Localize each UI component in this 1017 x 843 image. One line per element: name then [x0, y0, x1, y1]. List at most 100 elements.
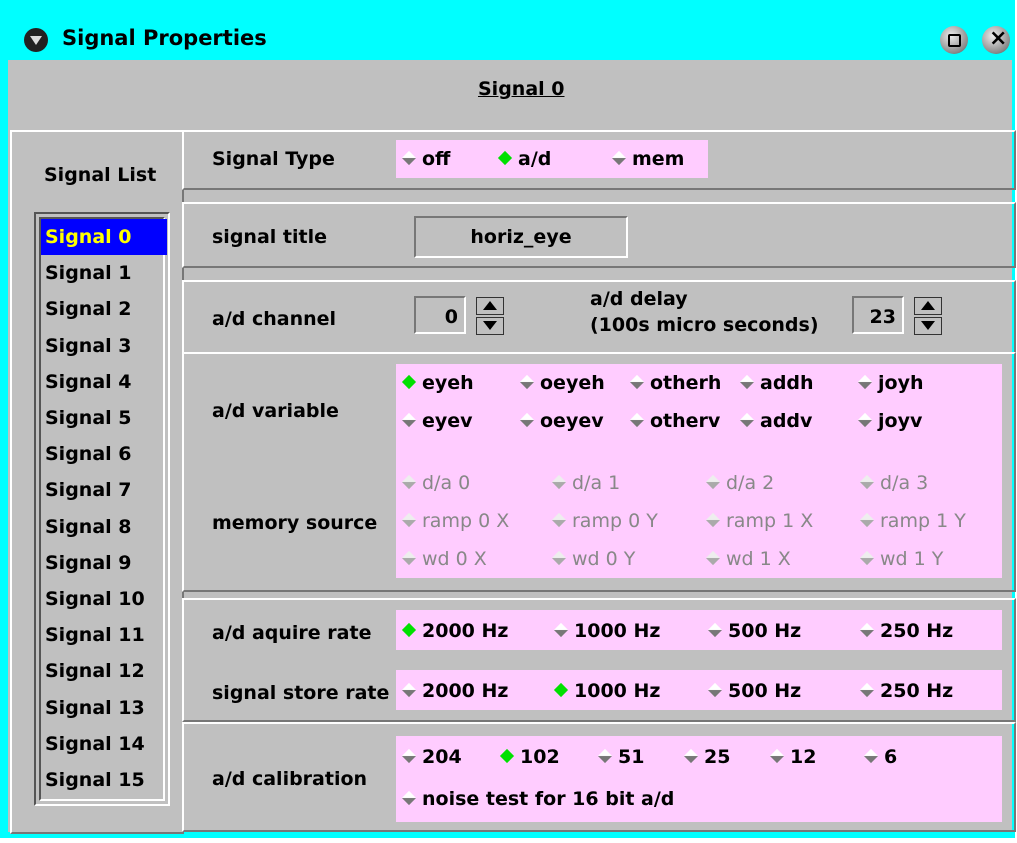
signal-list-item[interactable]: Signal 3: [41, 328, 167, 364]
calibration-option[interactable]: 12: [768, 746, 816, 768]
option-label: wd 0 Y: [572, 548, 636, 570]
store-rate-option[interactable]: 1000 Hz: [552, 680, 660, 702]
calibration-option[interactable]: 25: [682, 746, 730, 768]
aquire-rate-option[interactable]: 2000 Hz: [400, 620, 508, 642]
radio-icon: [859, 474, 875, 489]
ad-delay-field[interactable]: 23: [852, 296, 904, 334]
option-label: otherh: [650, 372, 722, 394]
signal-list-items: Signal 0 Signal 1 Signal 2 Signal 3 Signal 4…: [39, 217, 167, 801]
signal-list-item[interactable]: Signal 8: [41, 509, 167, 545]
calibration-option[interactable]: 204: [400, 746, 462, 768]
option-label: ramp 0 Y: [572, 510, 658, 532]
option-label: wd 1 Y: [880, 548, 944, 570]
store-rate-option[interactable]: 250 Hz: [858, 680, 953, 702]
radio-icon: [401, 474, 417, 489]
ad-variable-option[interactable]: oeyeh: [518, 372, 605, 394]
signal-type-option-ad[interactable]: a/d: [496, 148, 551, 170]
signal-list-item[interactable]: Signal 5: [41, 400, 167, 436]
aquire-rate-option[interactable]: 1000 Hz: [552, 620, 660, 642]
aquire-rate-option[interactable]: 250 Hz: [858, 620, 953, 642]
signal-type-section: Signal Type off a/d mem: [182, 130, 1016, 190]
close-button[interactable]: [982, 26, 1010, 54]
ad-variable-option[interactable]: joyh: [856, 372, 923, 394]
store-rate-option[interactable]: 2000 Hz: [400, 680, 508, 702]
radio-icon: [683, 748, 699, 763]
signal-list-item[interactable]: Signal 15: [41, 762, 167, 798]
option-label: ramp 1 Y: [880, 510, 966, 532]
signal-list-item[interactable]: Signal 14: [41, 726, 167, 762]
radio-icon: [859, 622, 875, 637]
window-menu-icon[interactable]: [24, 28, 48, 52]
client-area: Signal 0 Signal List Signal 0 Signal 1 Sig…: [8, 60, 1016, 834]
ad-delay-down-icon[interactable]: [914, 317, 942, 335]
option-label: 250 Hz: [880, 680, 954, 702]
option-label: eyev: [422, 410, 473, 432]
ad-variable-option[interactable]: addv: [738, 410, 812, 432]
ad-delay-stepper[interactable]: [914, 297, 942, 337]
signal-list-item[interactable]: Signal 11: [41, 617, 167, 653]
store-rate-label: signal store rate: [212, 682, 390, 704]
signal-list-item[interactable]: Signal 4: [41, 364, 167, 400]
ad-variable-option[interactable]: otherv: [628, 410, 720, 432]
signal-type-option-mem[interactable]: mem: [610, 148, 684, 170]
calibration-option[interactable]: 102: [498, 746, 560, 768]
memory-source-option: wd 1 X: [704, 548, 791, 570]
aquire-rate-option[interactable]: 500 Hz: [706, 620, 801, 642]
signal-list-item[interactable]: Signal 2: [41, 291, 167, 327]
radio-icon: [857, 374, 873, 389]
option-label: 102: [520, 746, 560, 768]
option-label: oeyeh: [540, 372, 605, 394]
signal-title-section: signal title horiz_eye: [182, 202, 1016, 268]
option-label: 204: [422, 746, 462, 768]
memory-source-option: ramp 0 Y: [550, 510, 658, 532]
option-label: ramp 0 X: [422, 510, 510, 532]
ad-channel-label: a/d channel: [212, 308, 337, 330]
radio-icon: [401, 412, 417, 427]
option-label: mem: [632, 148, 685, 170]
ad-variable-option[interactable]: otherh: [628, 372, 721, 394]
option-label: eyeh: [422, 372, 474, 394]
radio-icon: [519, 412, 535, 427]
ad-variable-option[interactable]: joyv: [856, 410, 922, 432]
signal-type-option-off[interactable]: off: [400, 148, 450, 170]
radio-icon: [551, 512, 567, 527]
store-rate-option[interactable]: 500 Hz: [706, 680, 801, 702]
variable-section: a/d variable memory source eyeh oeyeh othe…: [182, 352, 1016, 592]
signal-list-item[interactable]: Signal 13: [41, 690, 167, 726]
radio-icon: [551, 474, 567, 489]
ad-delay-label-2: (100s micro seconds): [590, 314, 819, 336]
radio-icon: [401, 550, 417, 565]
ad-variable-option[interactable]: oeyev: [518, 410, 604, 432]
signal-type-options: off a/d mem: [396, 140, 708, 178]
signal-title-field[interactable]: horiz_eye: [414, 216, 628, 258]
signal-list-item[interactable]: Signal 12: [41, 653, 167, 689]
signal-list-item[interactable]: Signal 6: [41, 436, 167, 472]
option-label: otherv: [650, 410, 721, 432]
noise-test-option[interactable]: noise test for 16 bit a/d: [400, 788, 674, 810]
maximize-button[interactable]: [940, 26, 968, 54]
ad-variable-label: a/d variable: [212, 400, 339, 422]
radio-icon: [401, 150, 417, 165]
ad-channel-stepper[interactable]: [476, 297, 504, 337]
ad-channel-up-icon[interactable]: [476, 297, 504, 315]
ad-delay-label-1: a/d delay: [590, 288, 688, 310]
ad-delay-up-icon[interactable]: [914, 297, 942, 315]
signal-list[interactable]: Signal 0 Signal 1 Signal 2 Signal 3 Signal 4…: [34, 212, 170, 806]
memory-source-option: ramp 1 Y: [858, 510, 966, 532]
signal-list-item[interactable]: Signal 10: [41, 581, 167, 617]
title-bar[interactable]: Signal Properties: [4, 4, 1010, 60]
ad-variable-option[interactable]: eyeh: [400, 372, 474, 394]
ad-channel-down-icon[interactable]: [476, 317, 504, 335]
calibration-option[interactable]: 6: [862, 746, 897, 768]
option-label: joyv: [878, 410, 923, 432]
ad-channel-field[interactable]: 0: [414, 296, 466, 334]
ad-channel-section: a/d channel 0 a/d delay (100s micro seco…: [182, 280, 1016, 354]
signal-list-item[interactable]: Signal 9: [41, 545, 167, 581]
signal-title-label: signal title: [212, 226, 327, 248]
signal-list-item[interactable]: Signal 0: [41, 219, 167, 255]
ad-variable-option[interactable]: eyev: [400, 410, 473, 432]
signal-list-item[interactable]: Signal 7: [41, 472, 167, 508]
calibration-option[interactable]: 51: [596, 746, 644, 768]
ad-variable-option[interactable]: addh: [738, 372, 814, 394]
signal-list-item[interactable]: Signal 1: [41, 255, 167, 291]
